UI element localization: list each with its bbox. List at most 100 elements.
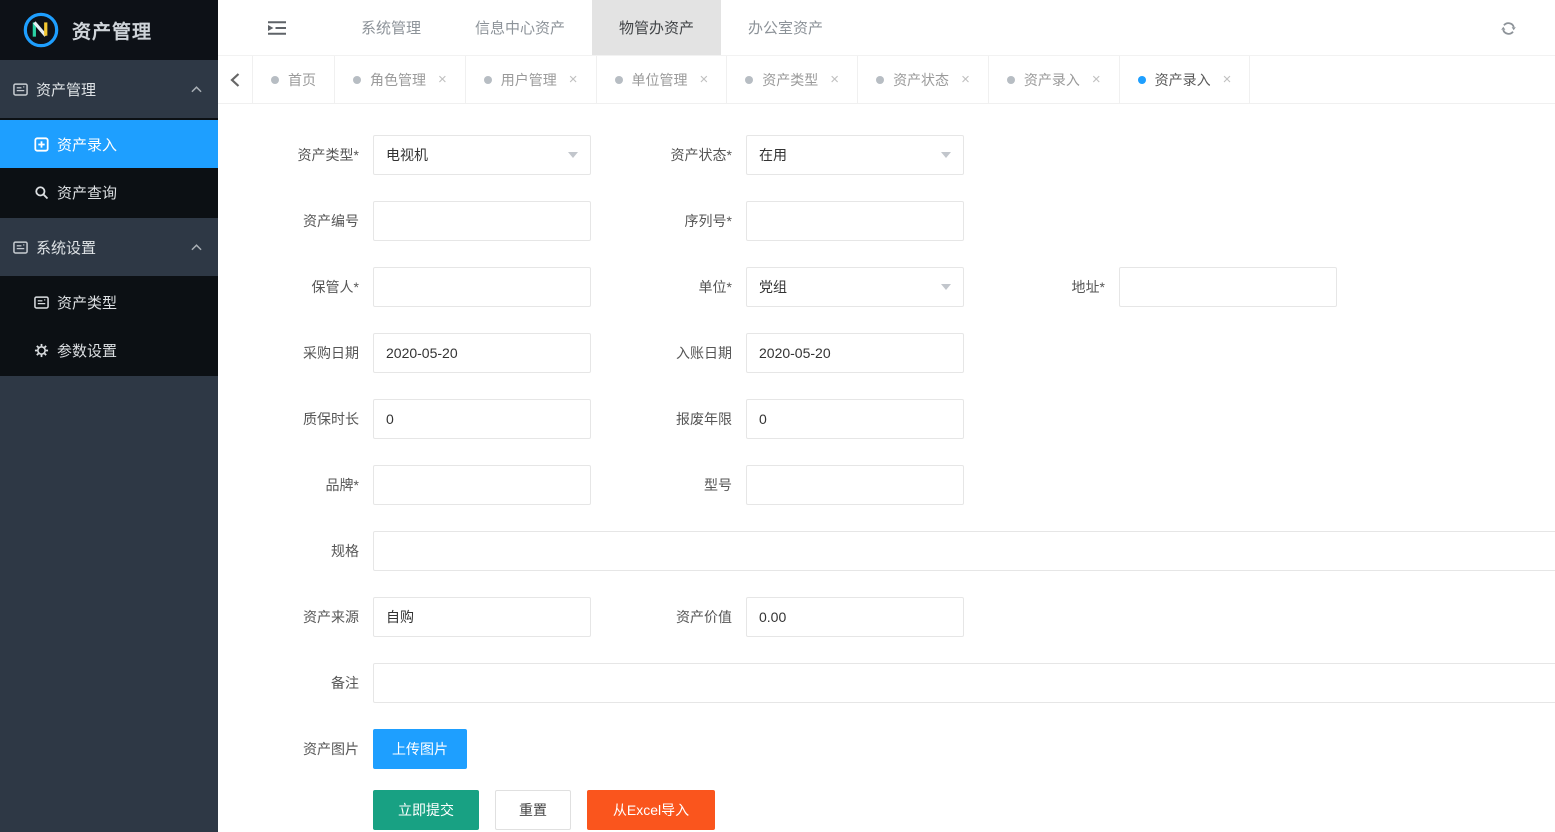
- warranty-duration-input[interactable]: [373, 399, 591, 439]
- close-icon[interactable]: ×: [700, 72, 709, 87]
- sidebar-item-资产录入[interactable]: 资产录入: [0, 120, 218, 168]
- form-row: 备注: [218, 663, 1555, 703]
- asset-value-label: 资产价值: [591, 597, 746, 637]
- close-icon[interactable]: ×: [1092, 72, 1101, 87]
- scrap-years-input[interactable]: [746, 399, 964, 439]
- dropdown-arrow-icon: [941, 284, 951, 290]
- custodian-input[interactable]: [373, 267, 591, 307]
- close-icon[interactable]: ×: [961, 72, 970, 87]
- serial-number-label: 序列号*: [591, 201, 746, 241]
- tab-dot-icon: [615, 76, 623, 84]
- unit-selected-value: 党组: [759, 277, 787, 297]
- tab-首页-0[interactable]: 首页: [253, 56, 335, 103]
- tab-资产类型-4[interactable]: 资产类型 ×: [727, 56, 858, 103]
- upload-image-button[interactable]: 上传图片: [373, 729, 467, 769]
- tab-dot-icon: [745, 76, 753, 84]
- sidebar-item-资产类型[interactable]: 资产类型: [0, 278, 218, 326]
- sidebar-group-1[interactable]: 系统设置: [0, 218, 218, 276]
- top-nav-item-信息中心资产[interactable]: 信息中心资产: [448, 0, 592, 55]
- import-excel-button[interactable]: 从Excel导入: [587, 790, 715, 830]
- asset-type-select[interactable]: 电视机: [373, 135, 591, 175]
- reset-button[interactable]: 重置: [495, 790, 571, 830]
- sidebar-group-label: 资产管理: [36, 79, 96, 100]
- close-icon[interactable]: ×: [438, 72, 447, 87]
- tab-label: 单位管理: [632, 70, 688, 90]
- asset-status-selected-value: 在用: [759, 145, 787, 165]
- brand-label: 品牌*: [218, 465, 373, 505]
- tab-label: 首页: [288, 70, 316, 90]
- custodian-label: 保管人*: [218, 267, 373, 307]
- remarks-input[interactable]: [373, 663, 1555, 703]
- model-input[interactable]: [746, 465, 964, 505]
- top-navbar: 系统管理信息中心资产物管办资产办公室资产: [218, 0, 1555, 56]
- asset-image-label: 资产图片: [218, 729, 373, 769]
- tab-label: 资产录入: [1155, 70, 1211, 90]
- serial-number-input[interactable]: [746, 201, 964, 241]
- tab-资产录入-6[interactable]: 资产录入×: [989, 56, 1120, 103]
- refresh-icon[interactable]: [1500, 0, 1517, 56]
- app-root: 资产管理 资产管理资产录入资产查询系统设置资产类型参数设置 系统管理信息中心资产…: [0, 0, 1555, 832]
- tab-资产状态-5[interactable]: 资产状态×: [858, 56, 989, 103]
- asset-code-input[interactable]: [373, 201, 591, 241]
- top-nav-item-物管办资产[interactable]: 物管办资产: [592, 0, 721, 55]
- submit-button[interactable]: 立即提交: [373, 790, 479, 830]
- form-row: 资产编号 序列号*: [218, 201, 1555, 241]
- tab-dot-icon: [353, 76, 361, 84]
- sidebar-item-label: 参数设置: [57, 340, 117, 361]
- tab-单位管理-3[interactable]: 单位管理 ×: [597, 56, 728, 103]
- specification-input[interactable]: [373, 531, 1555, 571]
- scrap-years-label: 报废年限: [591, 399, 746, 439]
- tab-用户管理-2[interactable]: 用户管理×: [466, 56, 597, 103]
- unit-select[interactable]: 党组: [746, 267, 964, 307]
- sidebar-group-items: 资产录入资产查询: [0, 118, 218, 218]
- chevron-left-icon[interactable]: [218, 56, 253, 103]
- warranty-duration-label: 质保时长: [218, 399, 373, 439]
- sidebar-group-items: 资产类型参数设置: [0, 276, 218, 376]
- tab-label: 资产类型: [762, 70, 818, 90]
- address-input[interactable]: [1119, 267, 1337, 307]
- asset-value-input[interactable]: [746, 597, 964, 637]
- brand-n-logo-icon: [22, 11, 60, 49]
- close-icon[interactable]: ×: [830, 72, 839, 87]
- app-title: 资产管理: [72, 17, 152, 44]
- close-icon[interactable]: ×: [569, 72, 578, 87]
- tab-list: 首页角色管理×用户管理×单位管理×资产类型×资产状态×资产录入×资产录入×: [253, 56, 1250, 103]
- tab-角色管理-1[interactable]: 角色管理×: [335, 56, 466, 103]
- close-icon[interactable]: ×: [1223, 72, 1232, 87]
- entry-date-input[interactable]: [746, 333, 964, 373]
- sidebar-group-0[interactable]: 资产管理: [0, 60, 218, 118]
- brand-input[interactable]: [373, 465, 591, 505]
- asset-source-input[interactable]: [373, 597, 591, 637]
- sidebar-item-label: 资产查询: [57, 182, 117, 203]
- form-row: 采购日期入账日期: [218, 333, 1555, 373]
- sidebar-item-label: 资产录入: [57, 134, 117, 155]
- tab-dot-icon: [484, 76, 492, 84]
- dropdown-arrow-icon: [568, 152, 578, 158]
- asset-code-label: 资产编号: [218, 201, 373, 241]
- asset-type-selected-value: 电视机: [386, 145, 428, 165]
- asset-status-select[interactable]: 在用: [746, 135, 964, 175]
- top-nav-item-办公室资产[interactable]: 办公室资产: [721, 0, 850, 55]
- search-icon: [34, 185, 49, 200]
- asset-status-label: 资产状态*: [591, 135, 746, 175]
- plus-square-icon: [34, 137, 49, 152]
- tab-资产录入-7[interactable]: 资产录入 ×: [1120, 56, 1251, 103]
- top-nav-item-系统管理[interactable]: 系统管理: [334, 0, 448, 55]
- sidebar-item-资产查询[interactable]: 资产查询: [0, 168, 218, 216]
- address-label: 地址*: [964, 267, 1119, 307]
- form-actions: 立即提交重置从Excel导入: [373, 790, 1555, 830]
- asset-type-label: 资产类型*: [218, 135, 373, 175]
- dropdown-arrow-icon: [941, 152, 951, 158]
- active-tab-dot-icon: [1138, 76, 1146, 84]
- caret-up-icon: [191, 244, 202, 251]
- model-label: 型号: [591, 465, 746, 505]
- purchase-date-input[interactable]: [373, 333, 591, 373]
- main-area: 系统管理信息中心资产物管办资产办公室资产 首页角色管理×用户管理×单位管理×资产…: [218, 0, 1555, 832]
- remarks-label: 备注: [218, 663, 373, 703]
- top-nav-items: 系统管理信息中心资产物管办资产办公室资产: [334, 0, 850, 55]
- asset-entry-form: 资产类型*电视机资产状态*在用资产编号序列号*保管人*单位*党组地址*采购日期入…: [218, 135, 1555, 830]
- sidebar-item-参数设置[interactable]: 参数设置: [0, 326, 218, 374]
- window-icon: [13, 240, 28, 255]
- form-row: 规格: [218, 531, 1555, 571]
- indent-icon[interactable]: [262, 0, 292, 55]
